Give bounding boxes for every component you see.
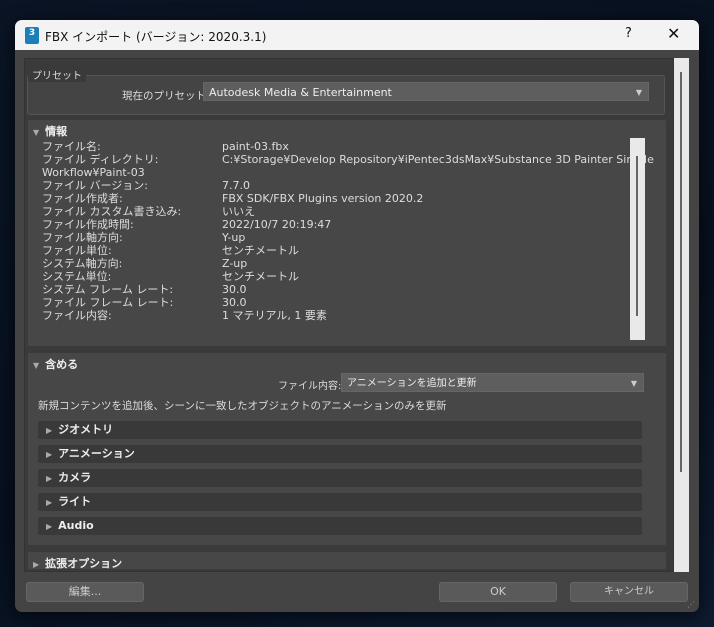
main-scroll-thumb[interactable] [680,72,682,472]
3dsmax-app-icon: 3 [25,27,39,44]
subsection-1[interactable]: ▶ アニメーション [38,445,642,463]
info-label: ファイル名: [42,140,101,153]
info-value: 30.0 [222,283,247,296]
settings-panel: プリセット 現在のプリセット: Autodesk Media & Enterta… [24,58,674,572]
info-label: ファイル軸方向: [42,231,123,244]
info-label: ファイル ディレクトリ: [42,153,159,166]
info-label: ファイル内容: [42,309,112,322]
subsection-3[interactable]: ▶ ライト [38,493,642,511]
edit-button[interactable]: 編集... [26,582,144,602]
info-scrollbar[interactable] [630,138,645,340]
include-description: 新規コンテンツを追加後、シーンに一致したオブジェクトのアニメーションのみを更新 [38,400,447,412]
info-section-header[interactable]: ▼ 情報 [33,123,67,139]
help-button[interactable]: ? [625,26,632,41]
subsection-label: ジオメトリ [58,423,114,436]
info-row: ファイル フレーム レート: 30.0 [42,296,247,309]
triangle-right-icon: ▶ [46,522,53,531]
info-value: C:¥Storage¥Develop Repository¥iPentec3ds… [222,153,654,166]
info-label: システム フレーム レート: [42,283,174,296]
info-row: ファイル ディレクトリ: C:¥Storage¥Develop Repositor… [42,153,654,166]
info-label: ファイル バージョン: [42,179,148,192]
subsection-4[interactable]: ▶ Audio [38,517,642,535]
resize-grip-icon[interactable]: ⋰ [687,600,695,609]
info-label: ファイル カスタム書き込み: [42,205,182,218]
advanced-options-section[interactable]: ▶ 拡張オプション [27,551,667,570]
info-row: システム単位: センチメートル [42,270,299,283]
info-row: ファイル内容: 1 マテリアル, 1 要素 [42,309,327,322]
info-value: センチメートル [222,270,299,283]
info-row: ファイル作成時間: 2022/10/7 20:19:47 [42,218,331,231]
chevron-down-icon: ▼ [630,379,637,388]
cancel-button[interactable]: キャンセル [570,582,688,602]
info-value: paint-03.fbx [222,140,289,153]
window-title: FBX インポート (バージョン: 2020.3.1) [45,30,267,44]
info-label: システム軸方向: [42,257,123,270]
preset-dropdown[interactable]: Autodesk Media & Entertainment ▼ [203,82,649,101]
info-value: 1 マテリアル, 1 要素 [222,309,327,322]
info-row: システム軸方向: Z-up [42,257,247,270]
include-title: 含める [45,358,79,371]
current-preset-label: 現在のプリセット: [122,90,210,102]
info-label: システム単位: [42,270,112,283]
info-value: 2022/10/7 20:19:47 [222,218,332,231]
triangle-right-icon: ▶ [33,560,40,569]
fbx-import-dialog: 3 FBX インポート (バージョン: 2020.3.1) ? ✕ プリセット … [15,20,699,612]
include-section-header[interactable]: ▼ 含める [33,356,78,372]
info-label: ファイル作成者: [42,192,123,205]
info-section: ▼ 情報 ファイル名: paint-03.fbx ファイル ディレクトリ: C:¥Sto… [27,119,667,347]
subsection-label: アニメーション [58,447,135,460]
preset-value: Autodesk Media & Entertainment [209,86,392,99]
file-content-label: ファイル内容: [278,381,342,392]
close-button[interactable]: ✕ [667,24,680,43]
info-label: ファイル単位: [42,244,112,257]
file-content-value: アニメーションを追加と更新 [347,378,477,389]
triangle-down-icon: ▼ [33,361,40,370]
info-title: 情報 [45,125,68,138]
info-row: システム フレーム レート: 30.0 [42,283,247,296]
info-value: Y-up [222,231,246,244]
advanced-title: 拡張オプション [45,557,123,570]
triangle-down-icon: ▼ [33,128,40,137]
info-value: Z-up [222,257,248,270]
triangle-right-icon: ▶ [46,498,53,507]
info-row: ファイル単位: センチメートル [42,244,299,257]
info-value: いいえ [222,205,255,218]
file-content-dropdown[interactable]: アニメーションを追加と更新 ▼ [341,373,644,392]
ok-button[interactable]: OK [439,582,557,602]
main-scrollbar[interactable] [674,58,689,572]
info-value-continuation: Workflow¥Paint-03 [42,166,145,179]
info-value: センチメートル [222,244,299,257]
info-row: ファイル軸方向: Y-up [42,231,245,244]
preset-group-label: プリセット [28,67,86,82]
subsection-label: ライト [58,495,92,508]
subsection-2[interactable]: ▶ カメラ [38,469,642,487]
info-row: ファイル カスタム書き込み: いいえ [42,205,255,218]
info-label: ファイル作成時間: [42,218,134,231]
info-row: ファイル作成者: FBX SDK/FBX Plugins version 2020… [42,192,423,205]
triangle-right-icon: ▶ [46,426,53,435]
info-value: FBX SDK/FBX Plugins version 2020.2 [222,192,424,205]
info-value: 30.0 [222,296,247,309]
subsection-0[interactable]: ▶ ジオメトリ [38,421,642,439]
include-section: ▼ 含める ファイル内容: アニメーションを追加と更新 ▼ 新規コンテンツを追加後… [27,352,667,546]
subsection-label: Audio [58,519,94,532]
info-label: ファイル フレーム レート: [42,296,174,309]
info-scroll-thumb[interactable] [636,156,638,316]
triangle-right-icon: ▶ [46,474,53,483]
title-bar: 3 FBX インポート (バージョン: 2020.3.1) ? ✕ [15,20,699,50]
info-row: ファイル名: paint-03.fbx [42,140,289,153]
subsection-label: カメラ [58,471,92,484]
advanced-options-header[interactable]: ▶ 拡張オプション [33,555,122,571]
triangle-right-icon: ▶ [46,450,53,459]
preset-group: プリセット 現在のプリセット: Autodesk Media & Enterta… [27,67,665,115]
chevron-down-icon: ▼ [635,88,642,97]
info-row: ファイル バージョン: 7.7.0 [42,179,250,192]
info-value: 7.7.0 [222,179,250,192]
